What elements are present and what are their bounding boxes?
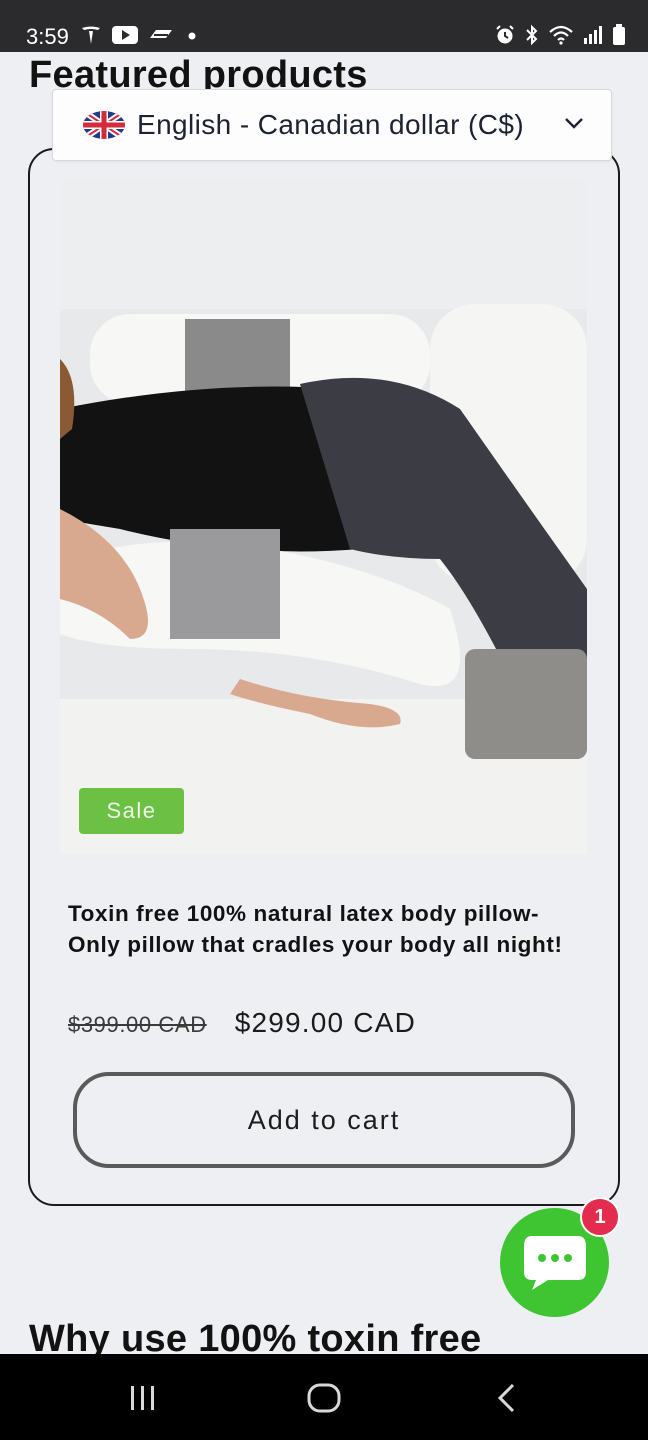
add-to-cart-button[interactable]: Add to cart <box>73 1072 575 1168</box>
product-image[interactable] <box>60 179 587 854</box>
product-title[interactable]: Toxin free 100% natural latex body pillo… <box>68 898 588 960</box>
home-icon[interactable] <box>306 1382 342 1414</box>
bluetooth-icon <box>526 24 538 46</box>
sale-price: $299.00 CAD <box>234 1007 416 1038</box>
language-currency-label: English - Canadian dollar (C$) <box>137 109 525 140</box>
gmail-icon <box>150 30 172 38</box>
battery-icon <box>613 24 625 45</box>
chat-icon <box>523 1235 586 1290</box>
recent-apps-icon[interactable] <box>128 1382 158 1414</box>
status-left-icons <box>80 24 200 46</box>
chevron-down-icon <box>565 118 583 129</box>
regular-price: $399.00 CAD <box>68 1012 207 1037</box>
signal-icon <box>584 26 602 44</box>
wifi-icon <box>549 25 573 45</box>
dot-icon <box>188 32 196 40</box>
sale-badge: Sale <box>79 788 184 834</box>
back-icon[interactable] <box>494 1382 520 1414</box>
uk-flag-icon <box>83 111 125 139</box>
status-right-icons <box>494 24 626 46</box>
youtube-icon <box>112 26 138 44</box>
page-content: Featured products Sale Toxin free 100% n… <box>0 52 648 1354</box>
status-bar: 3:59 <box>0 0 648 52</box>
section-title-next: Why use 100% toxin free <box>29 1318 482 1354</box>
product-photo <box>60 179 587 854</box>
alarm-icon <box>496 25 514 44</box>
price-row: $399.00 CAD $299.00 CAD <box>68 1007 416 1039</box>
tesla-icon <box>82 26 100 44</box>
language-currency-selector[interactable]: English - Canadian dollar (C$) <box>52 89 612 161</box>
system-nav-bar <box>0 1354 648 1440</box>
status-time: 3:59 <box>26 24 69 49</box>
chat-notification-badge: 1 <box>580 1197 620 1237</box>
